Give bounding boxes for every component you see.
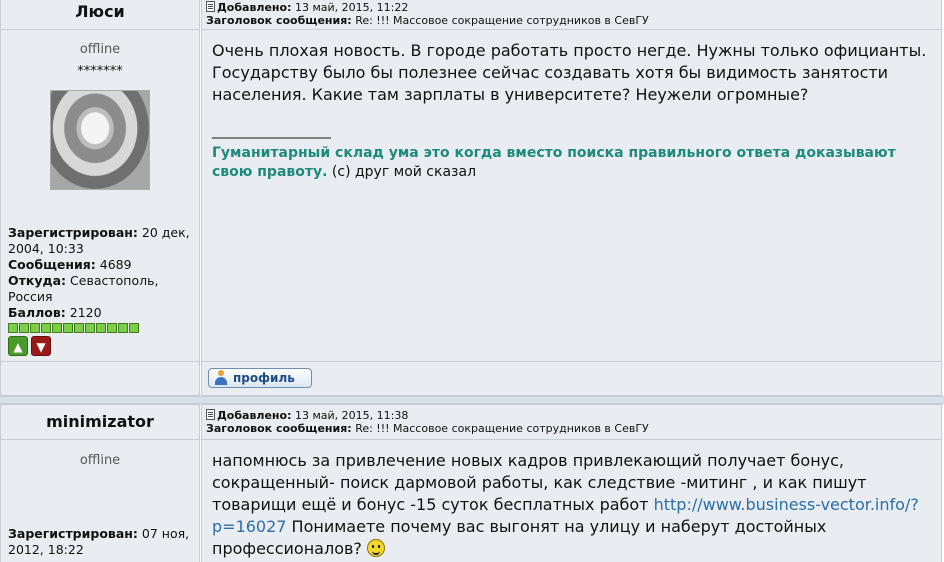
post-text: Очень плохая новость. В городе работать … (212, 41, 927, 104)
author-name-text[interactable]: Люси (75, 2, 125, 21)
profile-user-icon (214, 370, 228, 386)
post-added-line: Добавлено: 13 май, 2015, 11:22 (206, 1, 941, 14)
reputation-square (96, 323, 106, 333)
author-info: Зарегистрирован: 20 дек, 2004, 10:33 Соо… (8, 225, 195, 356)
thumb-up-icon[interactable]: ▲ (8, 336, 28, 356)
reputation-square (52, 323, 62, 333)
post-footer-left (0, 362, 200, 396)
signature-separator: _________________ (212, 123, 331, 139)
location-line: Откуда: Севастополь, Россия (8, 273, 195, 305)
post-author-name[interactable]: minimizator (0, 404, 200, 440)
messages-label: Сообщения: (8, 257, 96, 272)
smiley-icon (367, 539, 385, 557)
registered-line: Зарегистрирован: 20 дек, 2004, 10:33 (8, 225, 195, 257)
points-label: Баллов: (8, 305, 66, 320)
reputation-square (85, 323, 95, 333)
post-note-icon[interactable] (206, 1, 215, 12)
subject-label: Заголовок сообщения: (206, 422, 352, 435)
points-line: Баллов: 2120 (8, 305, 195, 321)
post-header: Добавлено: 13 май, 2015, 11:38 Заголовок… (201, 404, 942, 440)
online-status: offline (79, 42, 121, 57)
post-body: Очень плохая новость. В городе работать … (201, 30, 942, 362)
subject-text: Re: !!! Массовое сокращение сотрудников … (355, 14, 649, 27)
signature-quote: Гуманитарный склад ума это когда вместо … (212, 145, 896, 180)
post-author-name[interactable]: Люси (0, 0, 200, 30)
post-text: напомнюсь за привлечение новых кадров пр… (212, 450, 931, 560)
added-label: Добавлено: (217, 1, 292, 14)
post-separator (0, 396, 944, 404)
reputation-square (74, 323, 84, 333)
user-avatar (50, 90, 150, 190)
rank-stars: ******* (77, 64, 123, 79)
post-subject-line: Заголовок сообщения: Re: !!! Массовое со… (206, 14, 941, 27)
post-footer: профиль (201, 362, 942, 396)
messages-line: Сообщения: 4689 (8, 257, 195, 273)
thumb-down-icon[interactable]: ▼ (31, 336, 51, 356)
added-date: 13 май, 2015, 11:38 (295, 409, 409, 422)
messages-value: 4689 (99, 257, 132, 272)
reputation-bar (8, 323, 195, 333)
author-info: Зарегистрирован: 07 ноя, 2012, 18:22 (8, 526, 195, 558)
reputation-square (41, 323, 51, 333)
signature-attribution: (с) друг мой сказал (327, 164, 477, 180)
online-status: offline (79, 453, 121, 468)
post-text-part: Понимаете почему вас выгонят на улицу и … (212, 517, 827, 558)
reputation-square (118, 323, 128, 333)
points-value: 2120 (69, 305, 102, 320)
registered-line: Зарегистрирован: 07 ноя, 2012, 18:22 (8, 526, 195, 558)
reputation-square (19, 323, 29, 333)
author-name-text[interactable]: minimizator (46, 412, 154, 431)
post-header: Добавлено: 13 май, 2015, 11:22 Заголовок… (201, 0, 942, 30)
subject-text: Re: !!! Массовое сокращение сотрудников … (355, 422, 649, 435)
profile-button-label: профиль (233, 371, 295, 385)
post-body: напомнюсь за привлечение новых кадров пр… (201, 440, 942, 562)
profile-button[interactable]: профиль (208, 368, 312, 388)
reputation-square (8, 323, 18, 333)
vote-buttons: ▲ ▼ (8, 336, 195, 356)
subject-label: Заголовок сообщения: (206, 14, 352, 27)
author-profile-panel: offline Зарегистрирован: 07 ноя, 2012, 1… (0, 440, 200, 562)
added-date: 13 май, 2015, 11:22 (295, 1, 409, 14)
location-label: Откуда: (8, 273, 67, 288)
reputation-square (63, 323, 73, 333)
post-note-icon[interactable] (206, 409, 215, 420)
added-label: Добавлено: (217, 409, 292, 422)
registered-label: Зарегистрирован: (8, 526, 138, 541)
reputation-square (129, 323, 139, 333)
reputation-square (30, 323, 40, 333)
signature: Гуманитарный склад ума это когда вместо … (212, 144, 931, 182)
registered-label: Зарегистрирован: (8, 225, 138, 240)
reputation-square (107, 323, 117, 333)
post-added-line: Добавлено: 13 май, 2015, 11:38 (206, 409, 941, 422)
author-profile-panel: offline ******* Зарегистрирован: 20 дек,… (0, 30, 200, 362)
post-subject-line: Заголовок сообщения: Re: !!! Массовое со… (206, 422, 941, 435)
